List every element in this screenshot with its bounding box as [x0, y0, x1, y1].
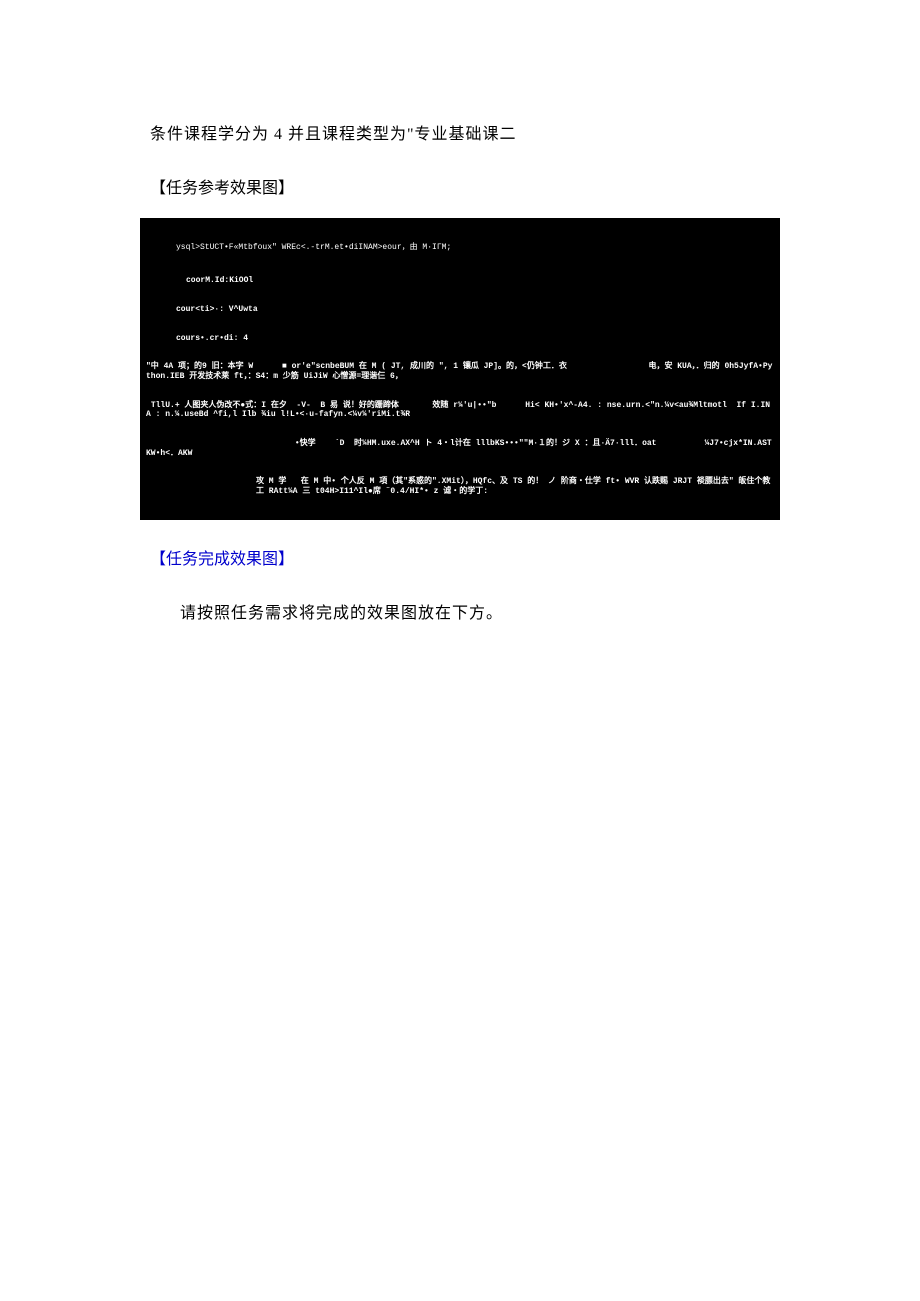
complete-result-heading: 【任务完成效果图】: [150, 545, 770, 569]
terminal-line: •快学 `D 时¼HM.uxe.AX^H ト 4・l计在 lllbKS•••""…: [146, 439, 774, 458]
terminal-line: TllU.+ 人图夹人伪改不●式：I 在夕 -V- B 易 说！好的跚蹄体 效随…: [146, 401, 774, 420]
condition-statement: 条件课程学分为 4 并且课程类型为"专业基础课二: [150, 120, 770, 144]
terminal-line: "中 4A 项；的9 旧：本字 W ■ or'e"scnbeBUM 在 M ( …: [146, 362, 774, 381]
document-page: 条件课程学分为 4 并且课程类型为"专业基础课二 【任务参考效果图】 ysql>…: [0, 0, 920, 683]
terminal-line: 攻 M 学 在 M 中• 个人反 M 項（其"系惑的".XMit），HQfc、及…: [146, 477, 774, 496]
terminal-line: cour<ti>·: V^Uwta: [146, 305, 774, 315]
terminal-line: ysql>StUCT•F«Mtbfoux" WREc<.-trM.et•diIN…: [146, 241, 774, 257]
terminal-line: cours•.cr•di: 4: [146, 334, 774, 344]
terminal-line: coorM.Id:KiOOl: [146, 276, 774, 286]
reference-result-heading: 【任务参考效果图】: [150, 174, 770, 198]
instruction-text: 请按照任务需求将完成的效果图放在下方。: [150, 599, 770, 623]
terminal-screenshot: ysql>StUCT•F«Mtbfoux" WREc<.-trM.et•diIN…: [140, 218, 780, 520]
